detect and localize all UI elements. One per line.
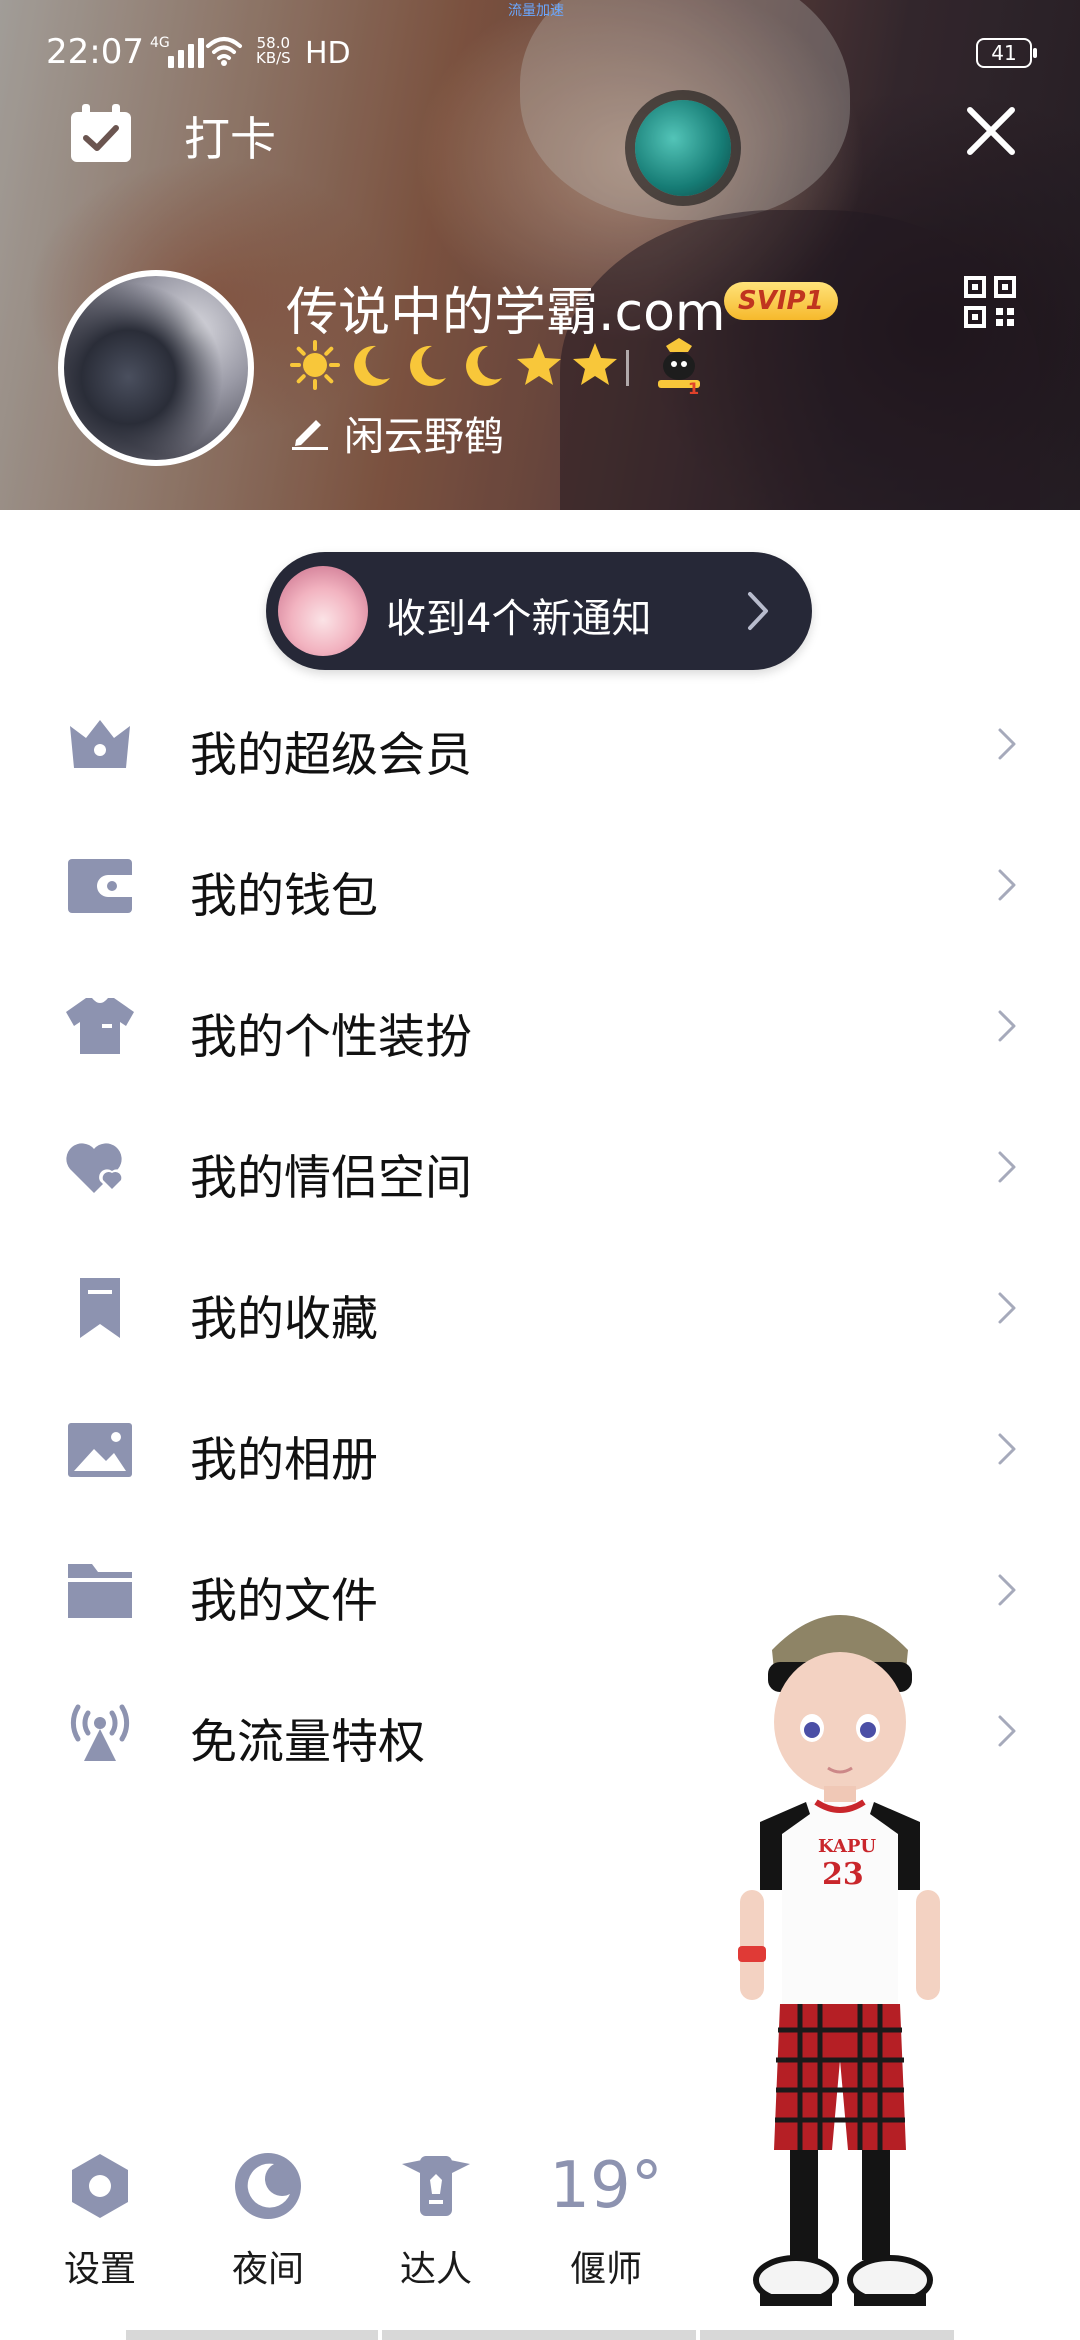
status-bar: 22:07 4G 58.0 KB/S HD 流量加速 41 — [0, 0, 1080, 108]
notification-pill[interactable]: 收到4个新通知 — [266, 552, 812, 670]
antenna-icon — [70, 1704, 130, 1761]
sun-icon — [290, 340, 340, 390]
bottom-bar: 设置 夜间 达人 19° 偃师 — [0, 2150, 1080, 2340]
qr-code-icon[interactable] — [964, 276, 1016, 328]
expert-icon — [402, 2156, 470, 2216]
status-center-text: 流量加速 — [508, 3, 564, 19]
wallet-icon — [68, 859, 132, 913]
svg-text:KAPU: KAPU — [818, 1836, 876, 1857]
expert-button[interactable]: 达人 — [376, 2150, 496, 2292]
chevron-right-icon — [998, 728, 1016, 760]
menu-item-wallet[interactable]: 我的钱包 — [0, 813, 1080, 954]
svip-badge[interactable]: SVIP1 — [724, 282, 838, 320]
moon-icon — [354, 345, 390, 386]
moon-icon — [235, 2153, 301, 2219]
weather-city: 偃师 — [569, 2249, 642, 2290]
chevron-right-icon — [998, 1574, 1016, 1606]
chevron-right-icon — [748, 592, 768, 630]
vip-mascot-icon[interactable]: 1 — [652, 336, 706, 396]
level-icons[interactable] — [290, 340, 620, 390]
svg-text:1: 1 — [688, 379, 699, 396]
night-mode-button[interactable]: 夜间 — [208, 2150, 328, 2292]
shirt-icon — [66, 998, 134, 1054]
chevron-right-icon — [998, 1010, 1016, 1042]
menu-item-album[interactable]: 我的相册 — [0, 1377, 1080, 1518]
hd-indicator: HD — [305, 36, 351, 71]
bookmark-icon — [80, 1278, 120, 1338]
checkin-button[interactable]: 打卡 — [184, 103, 276, 169]
level-divider — [626, 350, 629, 386]
menu-item-personal-style[interactable]: 我的个性装扮 — [0, 954, 1080, 1095]
gesture-bar-segment — [382, 2330, 696, 2340]
chevron-right-icon — [998, 869, 1016, 901]
chevron-right-icon — [998, 1292, 1016, 1324]
network-speed: 58.0 KB/S — [256, 34, 291, 67]
menu-item-super-vip[interactable]: 我的超级会员 — [0, 672, 1080, 813]
gesture-bar-segment — [126, 2330, 378, 2340]
moon-icon — [466, 345, 502, 386]
gesture-bar-segment — [700, 2330, 954, 2340]
battery-icon: 41 — [976, 38, 1037, 68]
settings-icon — [72, 2154, 128, 2218]
status-time: 22:07 — [46, 32, 144, 72]
weather-temperature: 19° — [549, 2149, 663, 2223]
signature-text[interactable]: 闲云野鹤 — [344, 404, 504, 462]
photo-icon — [68, 1423, 132, 1477]
signal-icon — [168, 38, 204, 68]
pencil-icon[interactable] — [290, 410, 330, 450]
avatar[interactable] — [58, 270, 254, 466]
star-icon — [517, 343, 561, 385]
settings-button[interactable]: 设置 — [40, 2150, 160, 2292]
username[interactable]: 传说中的学霸.com — [286, 270, 726, 345]
moon-icon — [410, 345, 446, 386]
star-icon — [573, 343, 617, 385]
chevron-right-icon — [998, 1715, 1016, 1747]
close-icon[interactable] — [962, 102, 1020, 160]
svg-text:23: 23 — [822, 1857, 864, 1892]
weather-button[interactable]: 19° 偃师 — [546, 2150, 666, 2292]
chevron-right-icon — [998, 1433, 1016, 1465]
profile-header: 22:07 4G 58.0 KB/S HD 流量加速 41 打卡 传说中的学霸.… — [0, 0, 1080, 510]
wifi-icon — [204, 34, 244, 74]
notification-text: 收到4个新通知 — [386, 596, 652, 642]
chevron-right-icon — [998, 1151, 1016, 1183]
network-type: 4G — [150, 35, 170, 51]
menu-item-favorites[interactable]: 我的收藏 — [0, 1236, 1080, 1377]
menu-item-couple-space[interactable]: 我的情侣空间 — [0, 1095, 1080, 1236]
hearts-icon — [66, 1143, 125, 1193]
calendar-check-icon[interactable] — [68, 104, 134, 164]
folder-icon — [68, 1564, 132, 1618]
crown-icon — [70, 720, 130, 768]
notification-avatar — [278, 566, 368, 656]
